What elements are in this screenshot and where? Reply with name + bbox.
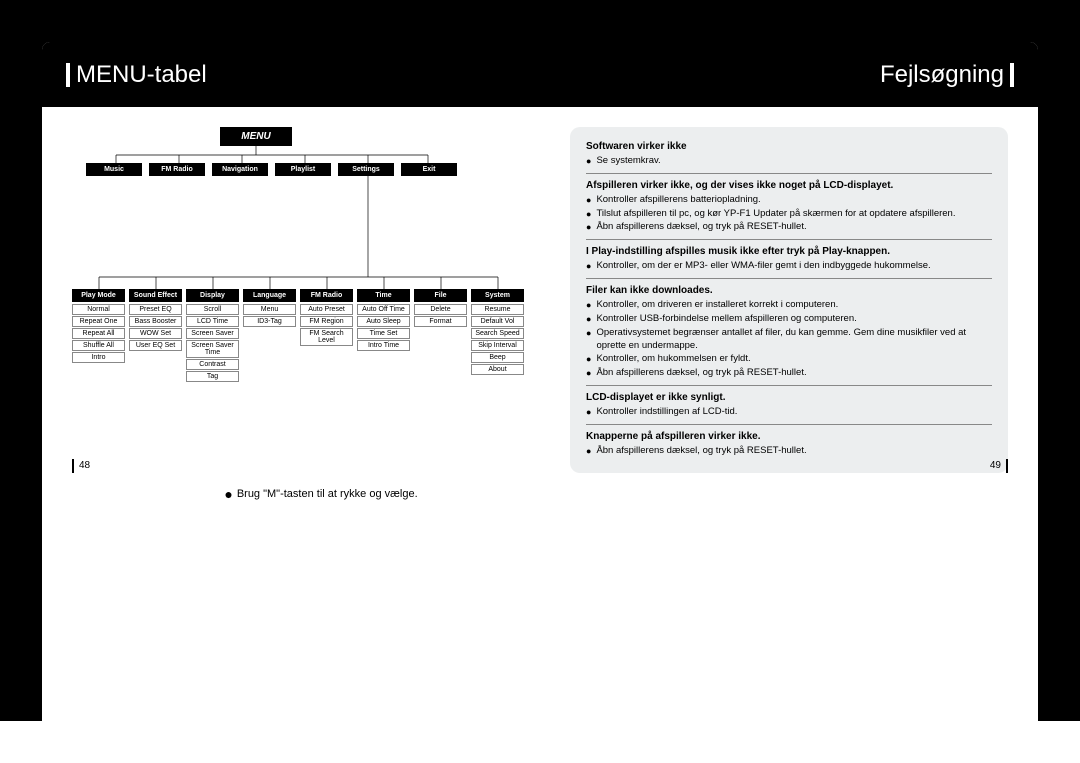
bullet-text: Kontroller, om driveren er installeret k… <box>596 299 838 312</box>
bullet-icon: ● <box>586 221 591 234</box>
separator <box>586 239 992 240</box>
bullet-icon: ● <box>586 155 591 168</box>
section-title: Softwaren virker ikke <box>586 141 992 152</box>
separator <box>586 385 992 386</box>
submenu-item: Bass Booster <box>129 316 182 327</box>
hint-text: Brug "M"-tasten til at rykke og vælge. <box>237 488 418 500</box>
submenu-item: Normal <box>72 304 125 315</box>
submenu-head: Display <box>186 289 239 302</box>
bullet-text: Kontroller afspillerens batteriopladning… <box>596 194 760 207</box>
submenu-item: Screen Saver Time <box>186 340 239 358</box>
bullet-text: Kontroller indstillingen af LCD-tid. <box>596 406 737 419</box>
submenu-item: Delete <box>414 304 467 315</box>
hint-row: ● Brug "M"-tasten til at rykke og vælge. <box>72 487 570 501</box>
bullet-text: Åbn afspillerens dæksel, og tryk på RESE… <box>596 367 806 380</box>
submenu-head: FM Radio <box>300 289 353 302</box>
submenu-item: Resume <box>471 304 524 315</box>
submenu-item: About <box>471 364 524 375</box>
submenu-item: Intro Time <box>357 340 410 351</box>
submenu-head: Time <box>357 289 410 302</box>
submenu-item: Scroll <box>186 304 239 315</box>
bullet-icon: ● <box>586 353 591 366</box>
bullet-text: Åbn afspillerens dæksel, og tryk på RESE… <box>596 221 806 234</box>
section-title: Knapperne på afspilleren virker ikke. <box>586 431 992 442</box>
submenu-item: Tag <box>186 371 239 382</box>
bullet-icon: ● <box>586 327 591 353</box>
menu-table-page: MENU Music FM Radio Navigation Playlist … <box>42 107 540 493</box>
submenu-head: Language <box>243 289 296 302</box>
page-number-left: 48 <box>72 459 90 473</box>
bullet-text: Tilslut afspilleren til pc, og kør YP-F1… <box>596 208 955 221</box>
submenu-head: Play Mode <box>72 289 125 302</box>
bullet-icon: ● <box>586 299 591 312</box>
section-title: LCD-displayet er ikke synligt. <box>586 392 992 403</box>
bullet-icon: ● <box>586 445 591 458</box>
menu-node: Playlist <box>275 163 331 176</box>
section-title: Filer kan ikke downloades. <box>586 285 992 296</box>
menu-node: Music <box>86 163 142 176</box>
bullet-text: Kontroller, om der er MP3- eller WMA-fil… <box>596 260 930 273</box>
section-title: Afspilleren virker ikke, og der vises ik… <box>586 180 992 191</box>
submenu-head: Sound Effect <box>129 289 182 302</box>
submenu-item: Screen Saver <box>186 328 239 339</box>
bullet-text: Kontroller USB-forbindelse mellem afspil… <box>596 313 856 326</box>
page-number-right: 49 <box>990 459 1008 473</box>
submenu-item: Intro <box>72 352 125 363</box>
submenu-item: LCD Time <box>186 316 239 327</box>
bullet-text: Operativsystemet begrænser antallet af f… <box>596 327 992 353</box>
submenu-item: Auto Sleep <box>357 316 410 327</box>
bullet-icon: ● <box>586 194 591 207</box>
menu-root-node: MENU <box>220 127 292 146</box>
submenu-item: Repeat All <box>72 328 125 339</box>
bullet-text: Kontroller, om hukommelsen er fyldt. <box>596 353 750 366</box>
menu-node: FM Radio <box>149 163 205 176</box>
troubleshooting-box: Softwaren virker ikke ● Se systemkrav. Af… <box>570 127 1008 473</box>
submenu-item: Time Set <box>357 328 410 339</box>
submenu-item: FM Region <box>300 316 353 327</box>
submenu-item: Beep <box>471 352 524 363</box>
submenu-item: Repeat One <box>72 316 125 327</box>
bullet-icon: ● <box>224 487 232 501</box>
submenu-head: File <box>414 289 467 302</box>
bullet-icon: ● <box>586 260 591 273</box>
title-bar-icon <box>1010 63 1014 87</box>
submenu-item: Preset EQ <box>129 304 182 315</box>
submenu-item: Search Speed <box>471 328 524 339</box>
submenu-item: Menu <box>243 304 296 315</box>
submenu-item: User EQ Set <box>129 340 182 351</box>
title-bar-icon <box>66 63 70 87</box>
submenu-item: Auto Preset <box>300 304 353 315</box>
bullet-text: Se systemkrav. <box>596 155 660 168</box>
submenu-item: Auto Off Time <box>357 304 410 315</box>
submenu-item: Skip Interval <box>471 340 524 351</box>
submenu-item: ID3-Tag <box>243 316 296 327</box>
menu-node: Exit <box>401 163 457 176</box>
bullet-icon: ● <box>586 208 591 221</box>
submenu-head: System <box>471 289 524 302</box>
page-title-right: Fejlsøgning <box>880 61 1004 89</box>
bullet-icon: ● <box>586 313 591 326</box>
bullet-icon: ● <box>586 367 591 380</box>
menu-node: Navigation <box>212 163 268 176</box>
troubleshooting-page: Softwaren virker ikke ● Se systemkrav. Af… <box>540 107 1038 493</box>
page-title-left: MENU-tabel <box>76 61 207 89</box>
submenu-item: WOW Set <box>129 328 182 339</box>
bullet-icon: ● <box>586 406 591 419</box>
section-title: I Play-indstilling afspilles musik ikke … <box>586 246 992 257</box>
submenu-item: FM Search Level <box>300 328 353 346</box>
header-band: MENU-tabel Fejlsøgning <box>42 42 1038 107</box>
separator <box>586 424 992 425</box>
submenu-item: Default Vol <box>471 316 524 327</box>
separator <box>586 173 992 174</box>
bullet-text: Åbn afspillerens dæksel, og tryk på RESE… <box>596 445 806 458</box>
submenu-item: Format <box>414 316 467 327</box>
menu-node: Settings <box>338 163 394 176</box>
submenu-item: Shuffle All <box>72 340 125 351</box>
submenu-item: Contrast <box>186 359 239 370</box>
separator <box>586 278 992 279</box>
